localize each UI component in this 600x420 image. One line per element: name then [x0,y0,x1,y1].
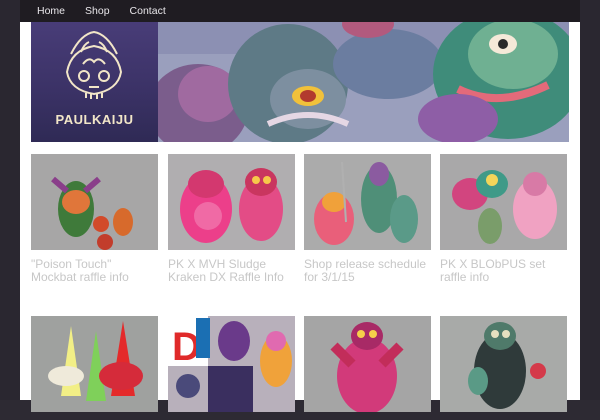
toy-photo [304,154,431,250]
post-card[interactable]: D [168,316,295,420]
top-navigation: Home Shop Contact [20,0,580,22]
post-card[interactable]: "Poison Touch" Mockbat raffle info [31,154,158,284]
toy-photo [31,316,158,412]
logo-text: PAULKAIJU [55,112,134,127]
toy-photo [440,316,567,412]
post-title[interactable]: PK X BLObPUS set raffle info [440,258,567,284]
post-card[interactable] [440,316,567,420]
post-thumbnail[interactable]: D [168,316,295,412]
post-title[interactable]: "Poison Touch" Mockbat raffle info [31,258,158,284]
site-logo[interactable]: PAULKAIJU [31,14,158,142]
banner-kaiju-image [158,14,569,142]
right-rail [580,0,600,400]
post-thumbnail[interactable] [440,316,567,412]
toy-photo [440,154,567,250]
post-card[interactable]: Shop release schedule for 3/1/15 [304,154,431,284]
nav-item-contact[interactable]: Contact [130,5,166,17]
post-thumbnail[interactable] [168,154,295,250]
toy-photo [168,154,295,250]
post-card[interactable]: PK X BLObPUS set raffle info [440,154,567,284]
header-banner[interactable]: PAULKAIJU [31,14,569,142]
post-thumbnail[interactable] [31,316,158,412]
post-title[interactable]: Shop release schedule for 3/1/15 [304,258,431,284]
nav-item-home[interactable]: Home [37,5,65,17]
left-rail [0,0,20,400]
toy-photo [31,154,158,250]
post-thumbnail[interactable] [304,154,431,250]
post-card[interactable] [304,316,431,420]
post-card[interactable]: PK X MVH Sludge Kraken DX Raffle Info [168,154,295,284]
post-thumbnail[interactable] [304,316,431,412]
post-card[interactable] [31,316,158,420]
toy-photo: D [168,316,295,412]
nav-item-shop[interactable]: Shop [85,5,110,17]
post-thumbnail[interactable] [31,154,158,250]
post-thumbnail[interactable] [440,154,567,250]
page-container: PAULKAIJU "Poison Touch" Mockbat raffle … [20,0,580,412]
toy-photo [304,316,431,412]
post-title[interactable]: PK X MVH Sludge Kraken DX Raffle Info [168,258,295,284]
